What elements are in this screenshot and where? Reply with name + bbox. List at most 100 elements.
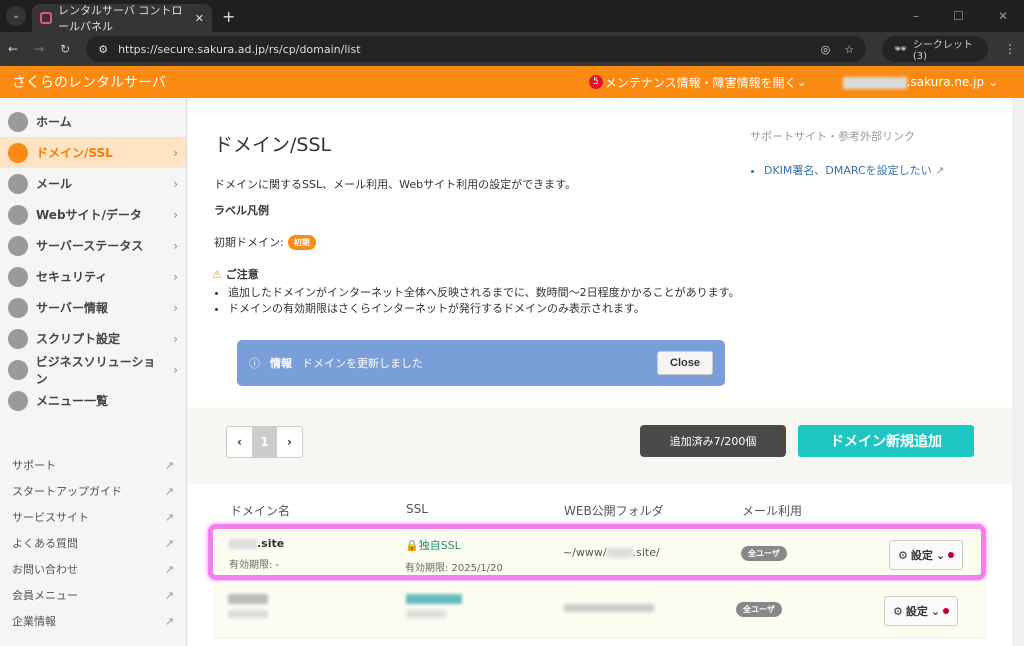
menu-icon[interactable]: ⋮: [1004, 42, 1016, 56]
external-link-icon: ↗: [164, 536, 174, 550]
external-link-icon: ↗: [164, 614, 174, 628]
initial-domain-legend: 初期ドメイン: 初期: [214, 234, 316, 250]
sidebar-link[interactable]: サービスサイト ↗: [0, 504, 186, 530]
sidebar: ホーム ドメイン/SSL › メール › Webサイト/データ › サーバーステータス › セキュ…: [0, 98, 187, 646]
close-window-icon[interactable]: ✕: [998, 9, 1008, 23]
sidebar-item[interactable]: スクリプト設定 ›: [0, 323, 186, 354]
settings-button[interactable]: ⚙ 設定 ⌄: [889, 540, 964, 570]
sidebar-item[interactable]: Webサイト/データ ›: [0, 199, 186, 230]
domain-count: 追加済み7/200個: [640, 425, 786, 457]
legend-label: ラベル凡例: [214, 204, 269, 217]
sidebar-item[interactable]: メール ›: [0, 168, 186, 199]
info-alert: ⓘ 情報 ドメインを更新しました Close: [237, 340, 725, 386]
url-input[interactable]: ⚙ https://secure.sakura.ad.jp/rs/cp/domai…: [86, 36, 867, 62]
ssl-link[interactable]: 独自SSL: [419, 539, 461, 552]
sidebar-link[interactable]: 企業情報 ↗: [0, 608, 186, 634]
sidebar-item[interactable]: セキュリティ ›: [0, 261, 186, 292]
chevron-right-icon: ›: [173, 331, 178, 346]
app-header: さくらのレンタルサーバ 5 メンテナンス情報・障害情報を開く ⌄ .sakura.…: [0, 66, 1024, 98]
chevron-right-icon: ›: [173, 362, 178, 377]
script-icon: [8, 328, 28, 349]
incognito-icon: 🕶: [894, 43, 907, 55]
sidebar-item[interactable]: サーバー情報 ›: [0, 292, 186, 323]
sidebar-item[interactable]: ビジネスソリューション ›: [0, 354, 186, 386]
chevron-right-icon: ›: [173, 300, 178, 315]
gear-icon: ⚙: [898, 548, 908, 562]
external-link-icon: ↗: [164, 458, 174, 472]
dkim-link[interactable]: DKIM署名、DMARCを設定したい: [764, 164, 932, 177]
page-title: ドメイン/SSL: [214, 134, 332, 156]
back-icon[interactable]: ←: [8, 42, 18, 56]
external-link-icon: ↗: [935, 164, 945, 177]
brand[interactable]: さくらのレンタルサーバ: [12, 72, 166, 92]
sidebar-item[interactable]: ドメイン/SSL ›: [0, 137, 186, 168]
close-tab-icon[interactable]: ✕: [195, 12, 204, 25]
chevron-right-icon: ›: [173, 269, 178, 284]
sidebar-item[interactable]: メニュー一覧: [0, 385, 186, 416]
toolbar: ‹ 1 › 追加済み7/200個 ドメイン新規追加: [188, 408, 1012, 484]
settings-button[interactable]: ⚙ 設定 ⌄: [884, 596, 959, 626]
add-domain-button[interactable]: ドメイン新規追加: [798, 425, 974, 457]
favicon-icon: [40, 12, 52, 24]
maintenance-link[interactable]: 5 メンテナンス情報・障害情報を開く ⌄: [588, 74, 807, 91]
warning-icon: ⚠: [212, 268, 222, 281]
notice-item: ドメインの有効期限はさくらインターネットが発行するドメインのみ表示されます。: [228, 300, 752, 316]
alert-dot: [943, 608, 950, 614]
incognito-button[interactable]: 🕶 シークレット (3): [882, 36, 988, 62]
column-header: ドメイン名: [230, 504, 291, 518]
scrollbar[interactable]: [1012, 98, 1024, 646]
external-link-icon: ↗: [164, 588, 174, 602]
column-header: WEB公開フォルダ: [564, 504, 664, 518]
sidebar-link[interactable]: スタートアップガイド ↗: [0, 478, 186, 504]
page-description: ドメインに関するSSL、メール利用、Webサイト利用の設定ができます。: [214, 178, 576, 191]
eye-off-icon[interactable]: ◎: [821, 43, 831, 56]
notice-item: 追加したドメインがインターネット全体へ反映されるまでに、数時間〜2日程度かかるこ…: [228, 284, 752, 300]
browser-tabbar: ⌄ レンタルサーバ コントロールパネル ✕ + – ☐ ✕: [0, 0, 1024, 33]
menu-list-icon: [8, 390, 28, 411]
sidebar-link[interactable]: よくある質問 ↗: [0, 530, 186, 556]
initial-chip: 初期: [287, 234, 316, 250]
info-icon: ⓘ: [249, 357, 260, 370]
external-link-icon: ↗: [164, 484, 174, 498]
status-icon: [8, 235, 28, 256]
column-header: SSL: [406, 502, 428, 516]
new-tab-icon[interactable]: +: [222, 7, 235, 26]
web-icon: [8, 204, 28, 225]
pagination: ‹ 1 ›: [226, 426, 303, 458]
sidebar-link[interactable]: お問い合わせ ↗: [0, 556, 186, 582]
sidebar-item[interactable]: サーバーステータス ›: [0, 230, 186, 261]
site-info-icon[interactable]: ⚙: [98, 43, 108, 56]
forward-icon[interactable]: →: [34, 42, 44, 56]
main-content: ドメイン/SSL ドメインに関するSSL、メール利用、Webサイト利用の設定がで…: [188, 98, 1012, 646]
reload-icon[interactable]: ↻: [60, 42, 70, 56]
mail-badge: 全ユーザ: [741, 546, 787, 561]
support-links: サポートサイト・参考外部リンクDKIM署名、DMARCを設定したい ↗: [750, 128, 944, 178]
browser-tab[interactable]: レンタルサーバ コントロールパネル ✕: [32, 4, 212, 33]
tab-search-icon[interactable]: ⌄: [6, 6, 26, 26]
mail-badge: 全ユーザ: [736, 602, 782, 617]
close-button[interactable]: Close: [657, 351, 713, 375]
star-icon[interactable]: ☆: [844, 43, 854, 56]
table-row[interactable]: 全ユーザ ⚙ 設定 ⌄: [214, 582, 986, 638]
maximize-icon[interactable]: ☐: [953, 9, 964, 23]
chevron-right-icon: ›: [173, 176, 178, 191]
chevron-right-icon: ›: [173, 207, 178, 222]
business-icon: [8, 359, 28, 380]
account-menu[interactable]: .sakura.ne.jp ⌄: [842, 75, 998, 89]
next-page-button[interactable]: ›: [277, 427, 302, 457]
sidebar-link[interactable]: 会員メニュー ↗: [0, 582, 186, 608]
table-row[interactable]: .site 有効期限: - 🔒独自SSL 有効期限: 2025/1/20 ~/www…: [208, 524, 986, 580]
minimize-icon[interactable]: –: [913, 9, 919, 23]
lock-icon: [8, 266, 28, 287]
notification-badge: 5: [588, 75, 603, 89]
address-bar: ← → ↻ ⚙ https://secure.sakura.ad.jp/rs/cp/d…: [0, 32, 1024, 66]
page-number[interactable]: 1: [252, 427, 277, 457]
lock-icon: 🔒: [405, 539, 419, 552]
external-link-icon: ↗: [164, 510, 174, 524]
prev-page-button[interactable]: ‹: [227, 427, 252, 457]
external-link-icon: ↗: [164, 562, 174, 576]
blurred-account: [842, 76, 907, 89]
sidebar-item[interactable]: ホーム: [0, 106, 186, 137]
chevron-right-icon: ›: [173, 238, 178, 253]
sidebar-link[interactable]: サポート ↗: [0, 452, 186, 478]
